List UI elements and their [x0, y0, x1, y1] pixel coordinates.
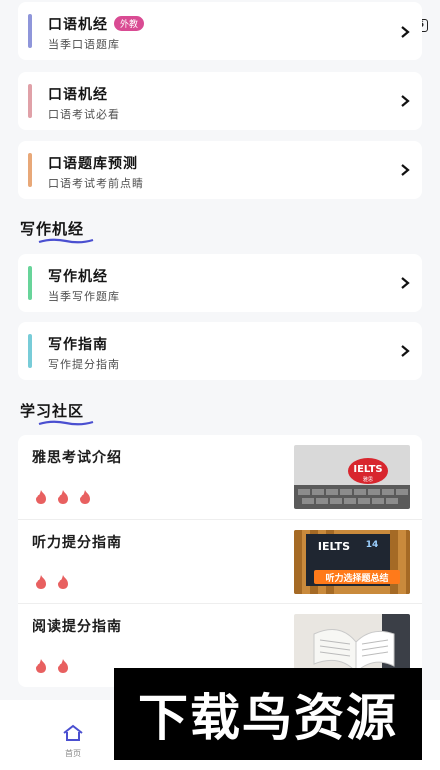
teacher-tag: 外教 [114, 16, 145, 31]
card-title: 写作指南 [48, 337, 108, 353]
flame-icon [32, 658, 50, 674]
card-accent-bar [28, 153, 32, 187]
flame-rating [32, 489, 94, 505]
card-accent-bar [28, 334, 32, 368]
speaking-card-2[interactable]: 口语机经 口语考试必看 [18, 72, 422, 130]
card-accent-bar [28, 14, 32, 48]
thumbnail-number-text: 14 [366, 540, 379, 550]
community-section-title: 学习社区 [20, 400, 94, 426]
keyboard-ielts-thumbnail: IELTS 雅思 [294, 445, 410, 509]
card-title: 口语题库预测 [48, 156, 138, 172]
flame-rating [32, 574, 72, 590]
flame-icon [54, 489, 72, 505]
tab-home[interactable]: 首页 [48, 724, 98, 759]
thumbnail-ielts-text: IELTS [353, 464, 382, 475]
section-underline [38, 238, 94, 244]
card-title: 口语机经 [48, 17, 108, 33]
flame-icon [76, 489, 94, 505]
flame-icon [54, 574, 72, 590]
card-accent-bar [28, 266, 32, 300]
writing-card-1[interactable]: 写作机经 当季写作题库 [18, 254, 422, 312]
ielts-book-thumbnail: IELTS 14 听力选择题总结 [294, 530, 410, 594]
thumbnail-banner-text: 听力选择题总结 [325, 572, 388, 584]
chevron-right-icon [400, 345, 410, 357]
flame-icon [32, 489, 50, 505]
community-item-listening[interactable]: 听力提分指南 IELTS 14 听力选择题总结 [18, 519, 422, 603]
section-title-text: 写作机经 [20, 220, 85, 238]
section-underline [38, 420, 94, 426]
thumbnail-ielts-text: IELTS [318, 540, 350, 553]
community-item-title: 听力提分指南 [32, 535, 122, 551]
card-subtitle: 口语考试必看 [48, 108, 120, 121]
writing-section-title: 写作机经 [20, 218, 94, 244]
chevron-right-icon [400, 95, 410, 107]
home-icon [63, 724, 83, 741]
community-list: 雅思考试介绍 IELTS 雅思 听力提分指南 IELTS 14 听力选择题总结 … [18, 435, 422, 687]
card-subtitle: 写作提分指南 [48, 358, 120, 371]
flame-icon [54, 658, 72, 674]
chevron-right-icon [400, 164, 410, 176]
chevron-right-icon [400, 277, 410, 289]
section-title-text: 学习社区 [20, 402, 85, 420]
writing-card-2[interactable]: 写作指南 写作提分指南 [18, 322, 422, 380]
card-accent-bar [28, 84, 32, 118]
flame-rating [32, 658, 72, 674]
speaking-card-1[interactable]: 口语机经 外教 当季口语题库 [18, 2, 422, 60]
card-subtitle: 口语考试考前点睛 [48, 177, 144, 190]
card-subtitle: 当季写作题库 [48, 290, 120, 303]
watermark-banner: 下载鸟资源 [114, 668, 422, 760]
flame-icon [32, 574, 50, 590]
community-item-title: 阅读提分指南 [32, 619, 122, 635]
thumbnail-sub-text: 雅思 [363, 476, 373, 483]
card-title: 写作机经 [48, 269, 108, 285]
community-item-ielts-intro[interactable]: 雅思考试介绍 IELTS 雅思 [18, 435, 422, 519]
speaking-card-3[interactable]: 口语题库预测 口语考试考前点睛 [18, 141, 422, 199]
community-item-title: 雅思考试介绍 [32, 450, 122, 466]
chevron-right-icon [400, 26, 410, 38]
card-subtitle: 当季口语题库 [48, 38, 120, 51]
tab-home-label: 首页 [65, 749, 81, 758]
card-title: 口语机经 [48, 87, 108, 103]
